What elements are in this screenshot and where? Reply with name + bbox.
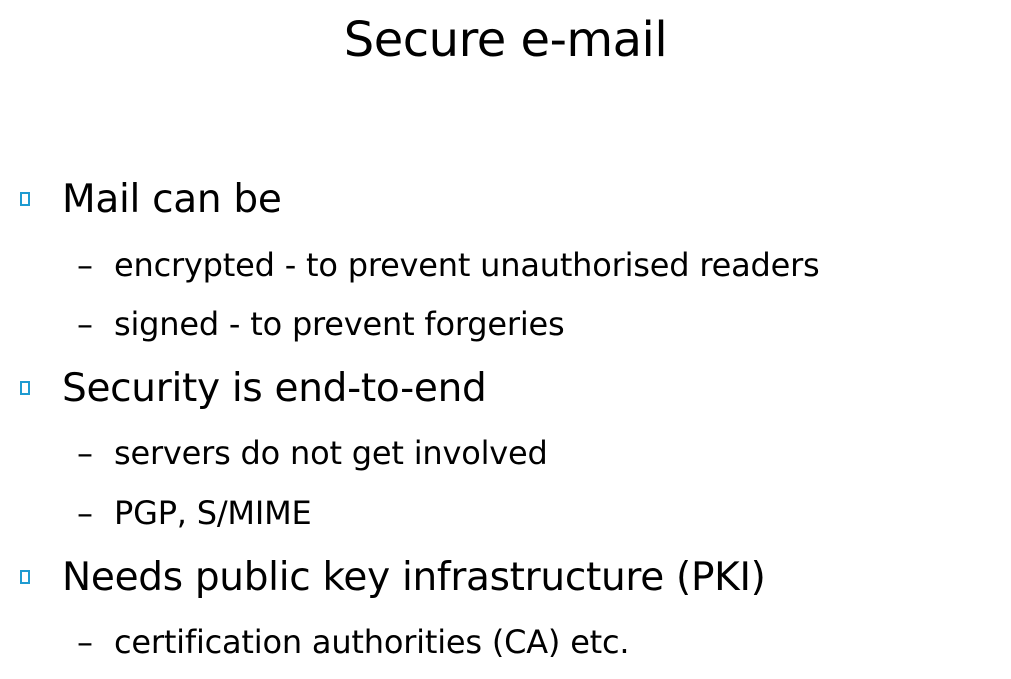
bullet-item-needs-pki: Needs public key infrastructure (PKI) [0,556,1011,606]
square-bullet-icon [20,570,30,584]
sub-bullet-text: certification authorities (CA) etc. [114,623,630,661]
bullet-text: Needs public key infrastructure (PKI) [62,555,766,600]
bullet-list: Mail can be – encrypted - to prevent una… [0,0,1011,679]
sub-bullet-item: – signed - to prevent forgeries [0,304,1011,344]
square-bullet-icon [20,192,30,206]
square-bullet-icon [20,381,30,395]
sub-bullet-text: encrypted - to prevent unauthorised read… [114,246,820,284]
sub-bullet-item: – certification authorities (CA) etc. [0,622,1011,662]
sub-bullet-item: – servers do not get involved [0,433,1011,473]
bullet-text: Security is end-to-end [62,366,487,411]
bullet-text: Mail can be [62,177,282,222]
dash-bullet: – [77,623,93,661]
dash-bullet: – [77,246,93,284]
sub-bullet-item: – PGP, S/MIME [0,493,1011,533]
bullet-item-security-end-to-end: Security is end-to-end [0,367,1011,417]
dash-bullet: – [77,434,93,472]
sub-bullet-text: signed - to prevent forgeries [114,305,565,343]
bullet-item-mail-can-be: Mail can be [0,178,1011,228]
dash-bullet: – [77,494,93,532]
dash-bullet: – [77,305,93,343]
slide: Secure e-mail Mail can be – encrypted - … [0,0,1011,679]
sub-bullet-text: servers do not get involved [114,434,548,472]
sub-bullet-text: PGP, S/MIME [114,494,312,532]
sub-bullet-item: – encrypted - to prevent unauthorised re… [0,245,1011,285]
